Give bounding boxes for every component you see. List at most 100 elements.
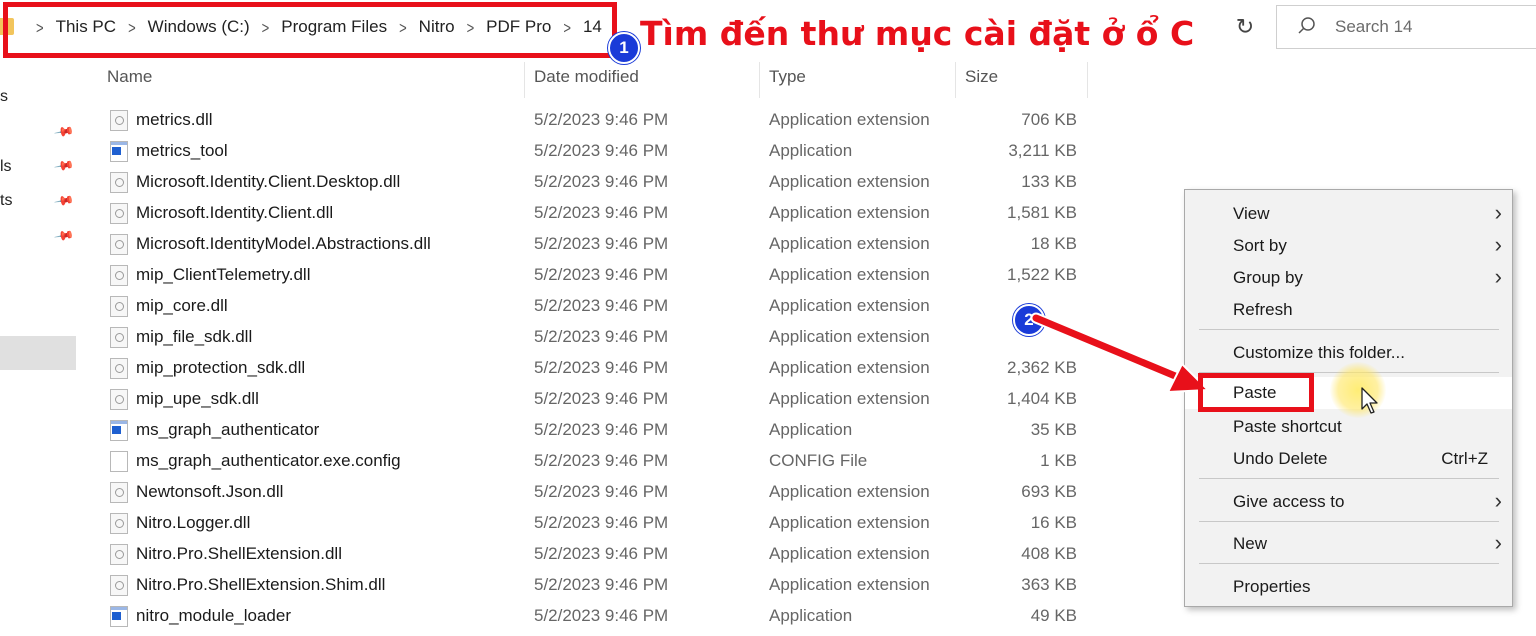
file-name: ms_graph_authenticator.exe.config	[136, 451, 401, 470]
nav-item-label[interactable]: ts	[0, 192, 12, 210]
dll-file-icon	[110, 575, 128, 596]
file-date: 5/2/2023 9:46 PM	[534, 141, 669, 160]
file-name: nitro_module_loader	[136, 606, 291, 625]
column-divider[interactable]	[759, 62, 760, 98]
menu-item-undo-delete[interactable]: Undo Delete Ctrl+Z	[1185, 443, 1512, 473]
file-name: ms_graph_authenticator	[136, 420, 320, 439]
menu-item-group-by[interactable]: Group by ›	[1185, 262, 1512, 292]
file-size: 408 KB	[1021, 544, 1077, 563]
shortcut-label: Ctrl+Z	[1441, 449, 1488, 468]
menu-item-label: Paste shortcut	[1233, 417, 1342, 436]
file-type: Application extension	[769, 296, 930, 315]
menu-item-properties[interactable]: Properties	[1185, 571, 1512, 601]
file-row[interactable]: Nitro.Pro.ShellExtension.dll 5/2/2023 9:4…	[100, 538, 1090, 569]
file-row[interactable]: mip_ClientTelemetry.dll 5/2/2023 9:46 PM A…	[100, 259, 1090, 290]
chevron-right-icon: ›	[1494, 264, 1502, 289]
file-name: mip_core.dll	[136, 296, 228, 315]
file-date: 5/2/2023 9:46 PM	[534, 606, 669, 625]
file-size: 1,522 KB	[1007, 265, 1077, 284]
file-name: mip_protection_sdk.dll	[136, 358, 306, 377]
dll-file-icon	[110, 234, 128, 255]
file-date: 5/2/2023 9:46 PM	[534, 296, 669, 315]
dll-file-icon	[110, 544, 128, 565]
menu-item-give-access[interactable]: Give access to ›	[1185, 486, 1512, 516]
file-size: 693 KB	[1021, 482, 1077, 501]
chevron-right-icon: ›	[1494, 488, 1502, 513]
column-divider[interactable]	[955, 62, 956, 98]
nav-item-label[interactable]: ls	[0, 158, 12, 176]
search-input[interactable]: Search 14	[1276, 5, 1536, 49]
file-row[interactable]: Microsoft.Identity.Client.Desktop.dll 5/2…	[100, 166, 1090, 197]
file-date: 5/2/2023 9:46 PM	[534, 265, 669, 284]
file-row[interactable]: Microsoft.IdentityModel.Abstractions.dll…	[100, 228, 1090, 259]
file-type: Application extension	[769, 172, 930, 191]
file-name: mip_ClientTelemetry.dll	[136, 265, 311, 284]
nav-item-selected[interactable]	[0, 336, 76, 370]
file-type: Application	[769, 606, 853, 625]
file-size: 363 KB	[1021, 575, 1077, 594]
file-row[interactable]: Nitro.Logger.dll 5/2/2023 9:46 PM Applicat…	[100, 507, 1090, 538]
file-date: 5/2/2023 9:46 PM	[534, 358, 669, 377]
menu-item-label: Group by	[1233, 268, 1303, 287]
refresh-icon[interactable]: ↻	[1229, 10, 1261, 44]
file-row[interactable]: Microsoft.Identity.Client.dll 5/2/2023 9:…	[100, 197, 1090, 228]
menu-item-view[interactable]: View ›	[1185, 198, 1512, 228]
file-type: Application extension	[769, 513, 930, 532]
file-type: Application extension	[769, 482, 930, 501]
menu-item-label: View	[1233, 204, 1270, 223]
file-row[interactable]: metrics.dll 5/2/2023 9:46 PM Application e…	[100, 104, 1090, 135]
file-name: mip_upe_sdk.dll	[136, 389, 259, 408]
file-row[interactable]: nitro_module_loader 5/2/2023 9:46 PM Appli…	[100, 600, 1090, 631]
step-1-caption: Tìm đến thư mục cài đặt ở ổ C	[640, 14, 1195, 53]
application-icon	[110, 606, 128, 627]
file-size: 133 KB	[1021, 172, 1077, 191]
application-icon	[110, 141, 128, 162]
nav-item-label[interactable]: s	[0, 88, 8, 106]
file-date: 5/2/2023 9:46 PM	[534, 513, 669, 532]
column-header-size[interactable]: Size	[965, 64, 998, 94]
dll-file-icon	[110, 172, 128, 193]
file-row[interactable]: mip_upe_sdk.dll 5/2/2023 9:46 PM Applicati…	[100, 383, 1090, 414]
file-date: 5/2/2023 9:46 PM	[534, 575, 669, 594]
chevron-right-icon: ›	[1494, 232, 1502, 257]
pin-icon: 📌	[53, 154, 76, 177]
file-type: Application extension	[769, 389, 930, 408]
file-row[interactable]: mip_file_sdk.dll 5/2/2023 9:46 PM Applicat…	[100, 321, 1090, 352]
menu-item-refresh[interactable]: Refresh	[1185, 294, 1512, 324]
file-row[interactable]: Newtonsoft.Json.dll 5/2/2023 9:46 PM Appli…	[100, 476, 1090, 507]
file-type: Application extension	[769, 327, 930, 346]
column-divider[interactable]	[1087, 62, 1088, 98]
menu-item-label: Sort by	[1233, 236, 1287, 255]
file-date: 5/2/2023 9:46 PM	[534, 203, 669, 222]
menu-item-new[interactable]: New ›	[1185, 528, 1512, 558]
dll-file-icon	[110, 265, 128, 286]
file-type: Application extension	[769, 265, 930, 284]
dll-file-icon	[110, 110, 128, 131]
chevron-right-icon: ›	[1494, 200, 1502, 225]
file-type: Application extension	[769, 544, 930, 563]
menu-item-sort-by[interactable]: Sort by ›	[1185, 230, 1512, 260]
file-date: 5/2/2023 9:46 PM	[534, 451, 669, 470]
file-row[interactable]: Nitro.Pro.ShellExtension.Shim.dll 5/2/202…	[100, 569, 1090, 600]
file-name: Nitro.Pro.ShellExtension.dll	[136, 544, 342, 563]
menu-divider	[1199, 563, 1499, 564]
dll-file-icon	[110, 203, 128, 224]
dll-file-icon	[110, 327, 128, 348]
menu-item-label: Give access to	[1233, 492, 1345, 511]
file-date: 5/2/2023 9:46 PM	[534, 482, 669, 501]
pin-icon: 📌	[53, 189, 76, 212]
menu-divider	[1199, 329, 1499, 330]
file-row[interactable]: ms_graph_authenticator.exe.config 5/2/202…	[100, 445, 1090, 476]
file-row[interactable]: mip_protection_sdk.dll 5/2/2023 9:46 PM Ap…	[100, 352, 1090, 383]
file-name: Microsoft.Identity.Client.dll	[136, 203, 334, 222]
search-icon	[1298, 17, 1315, 34]
search-placeholder: Search 14	[1335, 17, 1413, 36]
dll-file-icon	[110, 296, 128, 317]
file-type: Application extension	[769, 358, 930, 377]
file-row[interactable]: ms_graph_authenticator 5/2/2023 9:46 PM Ap…	[100, 414, 1090, 445]
file-name: metrics.dll	[136, 110, 213, 129]
column-header-type[interactable]: Type	[769, 64, 806, 94]
step-1-badge: 1	[608, 32, 640, 64]
file-row[interactable]: metrics_tool 5/2/2023 9:46 PM Application 3…	[100, 135, 1090, 166]
file-row[interactable]: mip_core.dll 5/2/2023 9:46 PM Application …	[100, 290, 1090, 321]
